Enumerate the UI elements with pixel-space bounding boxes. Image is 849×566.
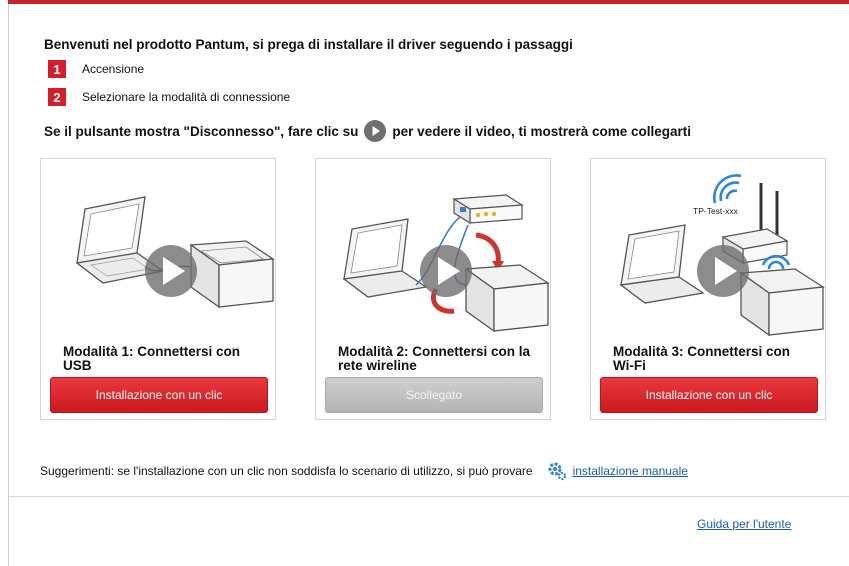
user-guide-link[interactable]: Guida per l'utente — [697, 517, 791, 531]
mode-title: Modalità 1: Connettersi con USB — [63, 344, 241, 373]
window-left-border — [8, 4, 9, 566]
step-2: 2 Selezionare la modalità di connessione — [48, 88, 290, 106]
mode-title: Modalità 3: Connettersi con Wi-Fi — [613, 344, 791, 373]
step-number-badge: 1 — [48, 60, 66, 78]
step-1: 1 Accensione — [48, 60, 144, 78]
mode-card-wifi: TP-Test-xxx Modalità 3: Connettersi con … — [590, 158, 826, 420]
gear-icon — [547, 461, 567, 481]
mode-card-usb: Modalità 1: Connettersi con USB Installa… — [40, 158, 276, 420]
hint-text-after: per vedere il video, ti mostrerà come co… — [392, 123, 692, 139]
video-hint: Se il pulsante mostra "Disconnesso", far… — [44, 120, 691, 142]
top-accent-bar — [8, 0, 849, 4]
one-click-install-button[interactable]: Installazione con un clic — [50, 377, 268, 413]
play-circle-icon — [364, 120, 387, 142]
footer-divider — [8, 496, 849, 497]
step-label: Selezionare la modalità di connessione — [82, 90, 291, 104]
usb-connection-illustration — [41, 159, 275, 339]
ssid-label: TP-Test-xxx — [693, 206, 739, 216]
mode-card-wired: Modalità 2: Connettersi con la rete wire… — [315, 158, 551, 420]
page-title: Benvenuti nel prodotto Pantum, si prega … — [44, 37, 573, 52]
disconnected-button[interactable]: Scollegato — [325, 377, 543, 413]
one-click-install-button[interactable]: Installazione con un clic — [600, 377, 818, 413]
tips-row: Suggerimenti: se l'installazione con un … — [40, 461, 688, 481]
step-label: Accensione — [82, 62, 145, 76]
manual-install-link[interactable]: installazione manuale — [573, 464, 688, 478]
hint-text-before: Se il pulsante mostra "Disconnesso", far… — [44, 123, 359, 139]
tips-text: Suggerimenti: se l'installazione con un … — [40, 464, 533, 478]
mode-title: Modalità 2: Connettersi con la rete wire… — [338, 344, 531, 373]
wired-connection-illustration — [316, 159, 550, 339]
step-number-badge: 2 — [48, 88, 66, 106]
wifi-connection-illustration: TP-Test-xxx — [591, 159, 825, 339]
